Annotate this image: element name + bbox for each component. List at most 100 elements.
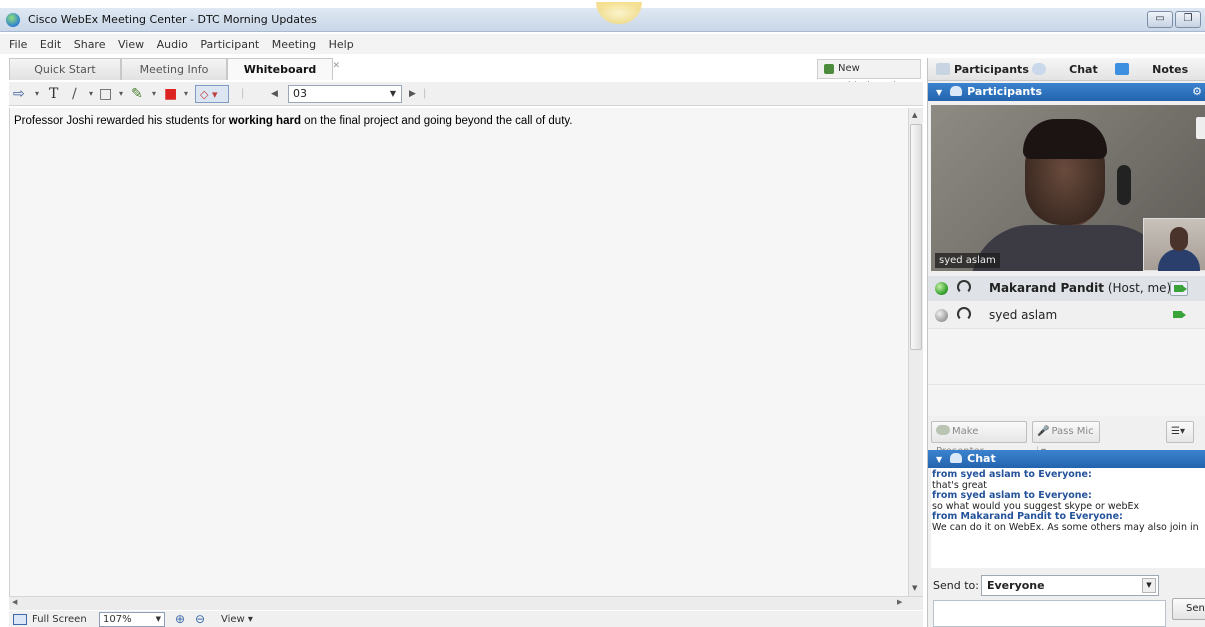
attendee-status-icon [935, 309, 948, 322]
menu-edit[interactable]: Edit [40, 38, 61, 51]
panel-tabs: Participants Chat Notes [928, 58, 1205, 81]
collapse-participants-icon[interactable]: ▼ [936, 88, 942, 97]
vertical-scrollbar[interactable]: ▲ ▼ [908, 108, 923, 596]
status-bar: Full Screen 107% ▼ ⊕ ⊖ View ▾ [9, 611, 923, 627]
tab-participants[interactable]: Participants [936, 63, 1029, 76]
rectangle-tool-icon[interactable]: □ [99, 85, 112, 103]
pass-mic-button[interactable]: 🎤Pass Mic ▾ [1032, 421, 1100, 457]
headset-icon [957, 307, 971, 321]
whiteboard-text-part: Professor Joshi rewarded his students fo… [14, 115, 229, 127]
page-select[interactable]: 03 ▼ [288, 85, 402, 103]
tab-meeting-info[interactable]: Meeting Info [121, 58, 227, 80]
menu-meeting[interactable]: Meeting [272, 38, 316, 51]
right-panel: Participants Chat Notes ▼ Participants ⚙ … [927, 58, 1205, 627]
whiteboard-text: Professor Joshi rewarded his students fo… [14, 115, 573, 127]
pointer-dropdown-icon[interactable]: ▾ [35, 85, 39, 103]
participant-video[interactable]: syed aslam [931, 105, 1205, 271]
video-camera-icon[interactable] [1170, 281, 1188, 296]
participants-section-header[interactable]: ▼ Participants ⚙ [928, 83, 1205, 101]
tab-chat[interactable]: Chat [1032, 63, 1098, 76]
menu-audio[interactable]: Audio [157, 38, 188, 51]
zoom-out-icon[interactable]: ⊖ [195, 612, 205, 626]
participant-list-empty-area [928, 328, 1205, 416]
video-person-hair [1023, 119, 1107, 159]
highlighter-tool-icon[interactable]: ✎ [131, 85, 143, 103]
vertical-scroll-thumb[interactable] [910, 124, 922, 350]
notes-icon [1115, 63, 1129, 75]
chat-from-line: from Makarand Pandit to Everyone: [932, 511, 1123, 522]
line-dropdown-icon[interactable]: ▾ [89, 85, 93, 103]
scroll-down-icon[interactable]: ▼ [912, 584, 917, 592]
tab-whiteboard[interactable]: Whiteboard ✕ [227, 58, 340, 80]
window-title: Cisco WebEx Meeting Center - DTC Morning… [28, 13, 317, 26]
scroll-up-icon[interactable]: ▲ [912, 111, 917, 119]
send-to-value: Everyone [987, 579, 1045, 592]
menu-help[interactable]: Help [329, 38, 354, 51]
presenter-ball-icon [935, 282, 948, 295]
whiteboard-canvas[interactable]: Professor Joshi rewarded his students fo… [9, 108, 908, 596]
menu-bar: File Edit Share View Audio Participant M… [0, 34, 1205, 54]
color-dropdown-icon[interactable]: ▾ [184, 85, 188, 103]
maximize-button[interactable]: ❐ [1175, 11, 1201, 28]
next-page-icon[interactable]: ▶ [409, 85, 416, 103]
chat-header-label: Chat [967, 452, 996, 465]
horizontal-scrollbar[interactable]: ◀ ▶ [9, 596, 923, 610]
zoom-value: 107% [103, 614, 132, 625]
tab-whiteboard-label: Whiteboard [243, 63, 317, 76]
headset-icon [957, 280, 971, 294]
chat-input[interactable] [933, 600, 1166, 627]
self-view-face [1170, 227, 1188, 251]
video-options-icon[interactable] [1196, 117, 1205, 139]
eraser-tool-icon[interactable]: ◇ ▾ [195, 85, 229, 103]
view-label: View [221, 614, 245, 625]
tab-notes[interactable]: Notes [1115, 63, 1188, 76]
self-view-thumbnail[interactable] [1143, 218, 1205, 271]
close-tab-icon[interactable]: ✕ [332, 56, 340, 77]
send-button[interactable]: Send [1172, 598, 1205, 620]
menu-participant[interactable]: Participant [200, 38, 259, 51]
scroll-left-icon[interactable]: ◀ [12, 598, 17, 606]
chat-from-line: from syed aslam to Everyone: [932, 469, 1092, 480]
participant-name: syed aslam [989, 308, 1058, 322]
full-screen-button[interactable]: Full Screen [32, 614, 87, 625]
full-screen-icon[interactable] [13, 614, 27, 625]
zoom-select[interactable]: 107% ▼ [99, 612, 165, 627]
zoom-in-icon[interactable]: ⊕ [175, 612, 185, 626]
color-picker-icon[interactable]: ■ [164, 85, 177, 103]
text-tool-icon[interactable]: T [49, 85, 58, 103]
menu-share[interactable]: Share [74, 38, 106, 51]
window-glow-decoration [596, 2, 642, 24]
video-person-body [971, 225, 1171, 271]
new-whiteboard-button[interactable]: New Whiteboard [817, 59, 921, 92]
collapse-chat-icon[interactable]: ▼ [936, 455, 942, 464]
chat-section-header[interactable]: ▼ Chat [928, 450, 1205, 468]
highlighter-dropdown-icon[interactable]: ▾ [152, 85, 156, 103]
rectangle-dropdown-icon[interactable]: ▾ [119, 85, 123, 103]
previous-page-icon[interactable]: ◀ [271, 85, 278, 103]
list-view-button[interactable]: ☰▾ [1166, 421, 1194, 443]
send-to-select[interactable]: Everyone ▼ [981, 575, 1159, 596]
participants-options-icon[interactable]: ⚙ [1192, 83, 1202, 101]
microphone-icon: 🎤 [1037, 426, 1050, 437]
scroll-right-icon[interactable]: ▶ [897, 598, 902, 606]
view-menu-button[interactable]: View ▾ [221, 614, 253, 625]
video-camera-icon[interactable] [1170, 308, 1188, 323]
minimize-button[interactable]: ▭ [1147, 11, 1173, 28]
participant-name: Makarand Pandit (Host, me) [989, 281, 1171, 295]
zoom-dropdown-icon: ▼ [155, 615, 161, 623]
menu-file[interactable]: File [9, 38, 27, 51]
menu-view[interactable]: View [118, 38, 144, 51]
participant-row[interactable]: Makarand Pandit (Host, me) [928, 276, 1205, 301]
make-presenter-button[interactable]: Make Presenter [931, 421, 1027, 457]
participants-header-icon [950, 86, 963, 96]
tab-quick-start[interactable]: Quick Start [9, 58, 121, 80]
participants-icon [936, 63, 950, 75]
self-view-body [1158, 249, 1200, 271]
tab-chat-label: Chat [1069, 63, 1098, 76]
whiteboard-text-bold: working hard [228, 115, 301, 127]
participant-name-bold: Makarand Pandit [989, 281, 1104, 295]
tab-participants-label: Participants [954, 63, 1029, 76]
pointer-tool-icon[interactable]: ⇨ [13, 85, 25, 103]
line-tool-icon[interactable]: ∕ [72, 85, 77, 103]
participant-row[interactable]: syed aslam [928, 303, 1205, 328]
